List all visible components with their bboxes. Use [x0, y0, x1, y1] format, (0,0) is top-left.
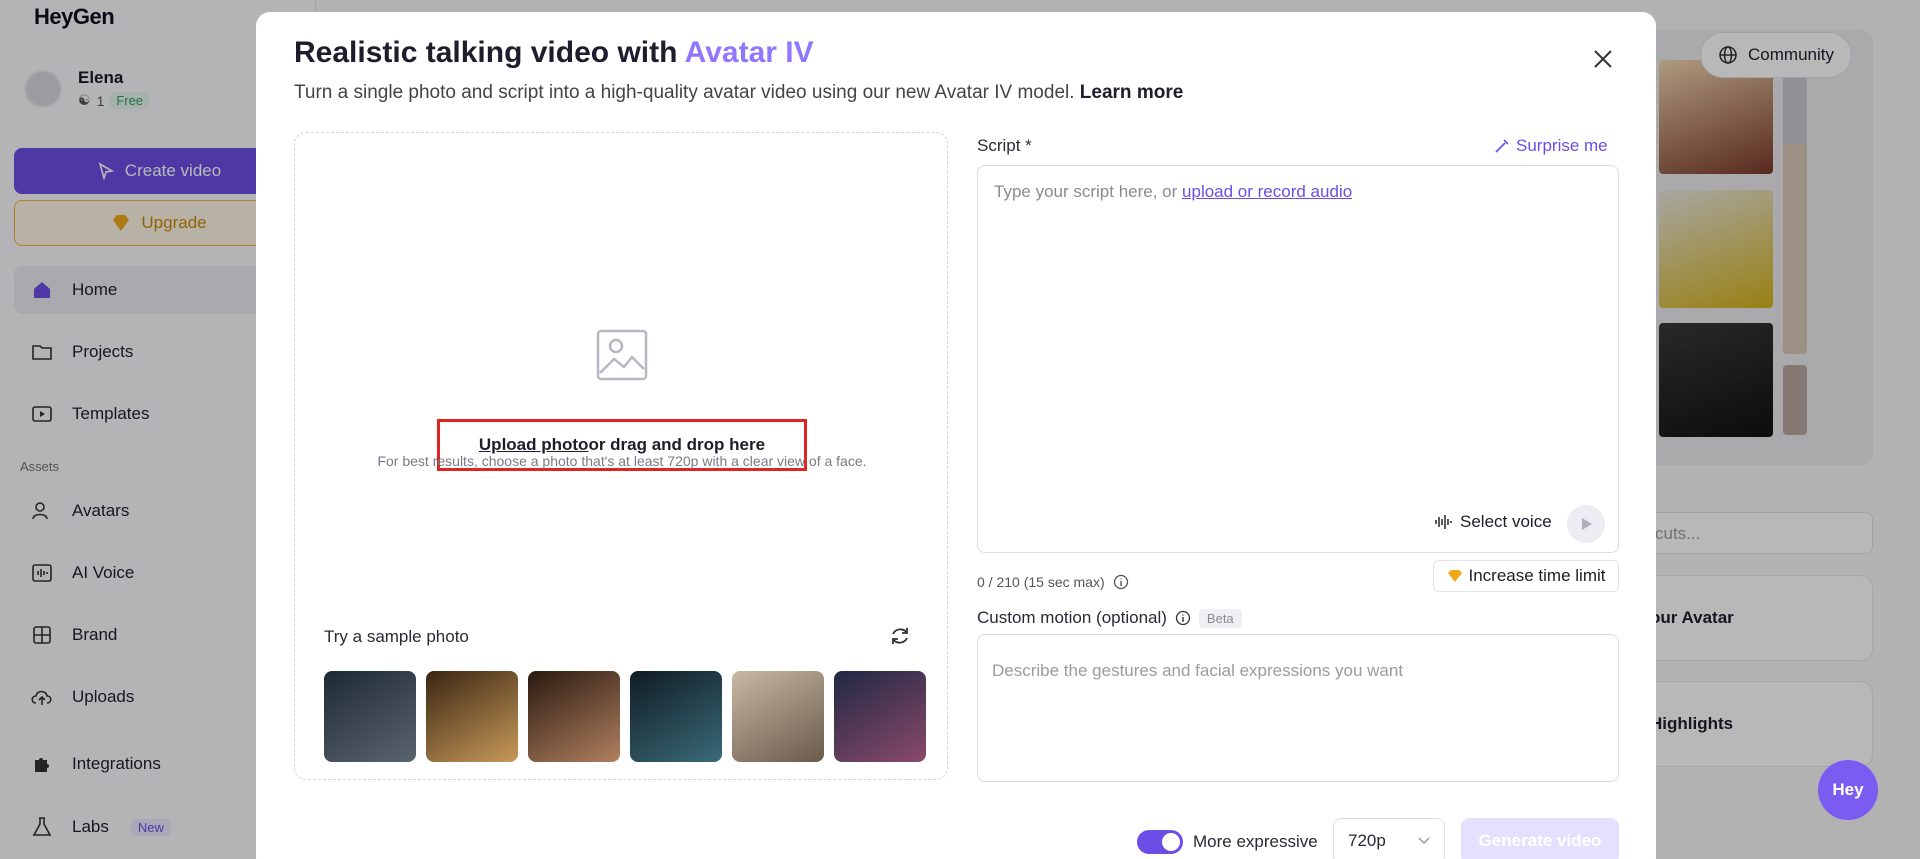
- diamond-icon: [1447, 570, 1462, 582]
- image-placeholder-icon: [596, 329, 648, 381]
- upload-hint: For best results, choose a photo that's …: [377, 453, 867, 469]
- sample-photos: [324, 671, 926, 762]
- learn-more-link[interactable]: Learn more: [1080, 82, 1183, 103]
- upload-photo-link[interactable]: Upload photo: [479, 435, 589, 455]
- more-expressive-toggle[interactable]: [1137, 830, 1183, 854]
- sample-photo[interactable]: [324, 671, 416, 762]
- play-icon: [1582, 518, 1592, 530]
- sample-photo-label: Try a sample photo: [324, 627, 469, 646]
- motion-placeholder: Describe the gestures and facial express…: [992, 661, 1404, 680]
- sample-photo[interactable]: [528, 671, 620, 762]
- chevron-down-icon: [1418, 837, 1430, 845]
- script-placeholder: Type your script here, or upload or reco…: [994, 182, 1353, 201]
- script-input[interactable]: Type your script here, or upload or reco…: [977, 165, 1619, 553]
- wand-icon: [1495, 139, 1509, 153]
- close-icon: [1594, 50, 1612, 68]
- script-char-counter: 0 / 210 (15 sec max): [977, 574, 1129, 590]
- increase-time-limit-button[interactable]: Increase time limit: [1433, 560, 1619, 592]
- modal-subtitle: Turn a single photo and script into a hi…: [294, 82, 1184, 103]
- refresh-icon[interactable]: [889, 625, 911, 647]
- resolution-select[interactable]: 720p: [1333, 818, 1445, 859]
- avatar-iv-modal: Realistic talking video with Avatar IV T…: [256, 12, 1656, 859]
- info-icon: [1113, 574, 1128, 590]
- info-icon: [1175, 610, 1191, 626]
- hey-assistant-button[interactable]: Hey: [1818, 760, 1878, 820]
- generate-video-button[interactable]: Generate video: [1461, 818, 1619, 859]
- select-voice-button[interactable]: Select voice: [1434, 512, 1552, 532]
- custom-motion-input[interactable]: Describe the gestures and facial express…: [977, 634, 1619, 782]
- sample-photo[interactable]: [426, 671, 518, 762]
- custom-motion-label: Custom motion (optional) Beta: [977, 608, 1242, 628]
- more-expressive-label: More expressive: [1193, 832, 1318, 851]
- sample-photo[interactable]: [732, 671, 824, 762]
- script-label: Script *: [977, 136, 1032, 155]
- close-button[interactable]: [1588, 44, 1618, 74]
- upload-audio-link[interactable]: upload or record audio: [1182, 182, 1352, 201]
- sample-photo[interactable]: [630, 671, 722, 762]
- waveform-icon: [1435, 515, 1452, 529]
- sample-photo[interactable]: [834, 671, 926, 762]
- beta-badge: Beta: [1198, 608, 1242, 628]
- modal-title: Realistic talking video with Avatar IV: [294, 36, 814, 69]
- photo-upload-dropzone[interactable]: Upload photo or drag and drop here For b…: [294, 132, 948, 780]
- play-voice-button[interactable]: [1567, 505, 1605, 543]
- surprise-me-button[interactable]: Surprise me: [1494, 136, 1608, 156]
